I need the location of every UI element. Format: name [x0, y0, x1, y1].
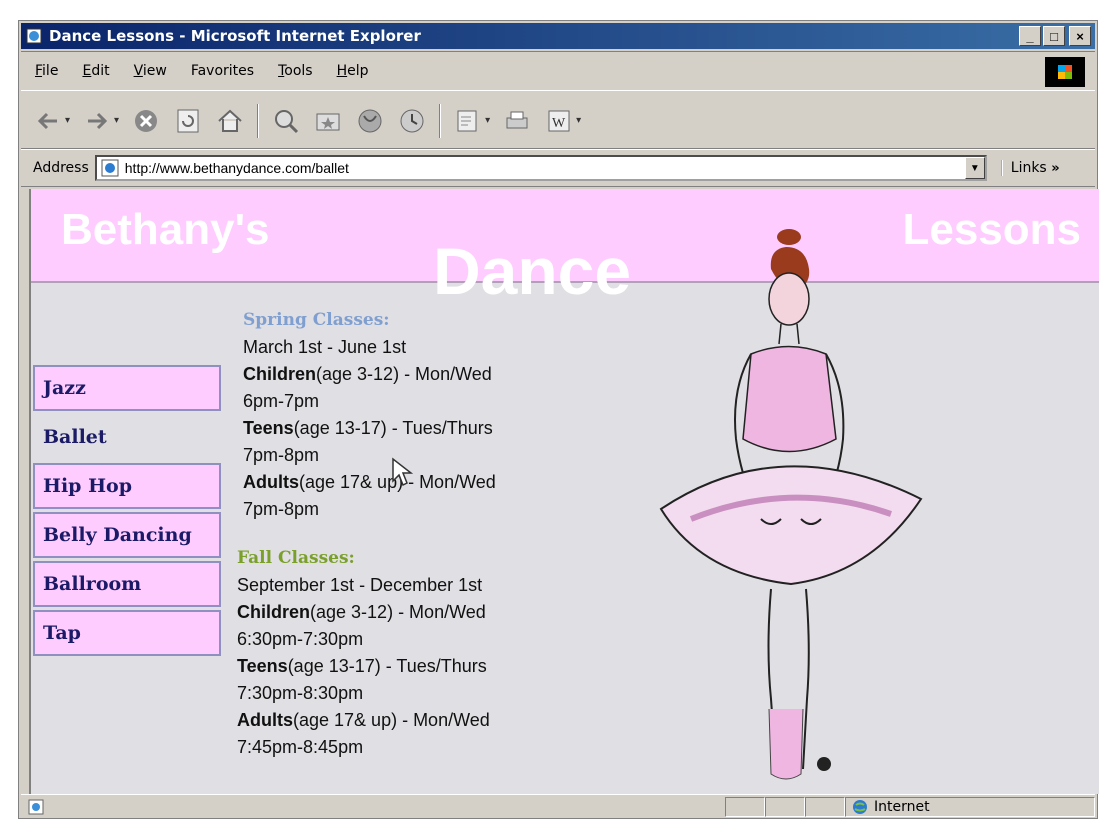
fall-block: Fall Classes: September 1st - December 1… — [237, 545, 583, 761]
window-title: Dance Lessons - Microsoft Internet Explo… — [49, 27, 421, 45]
status-bar: Internet — [21, 794, 1095, 818]
toolbar-separator — [257, 103, 260, 138]
stop-icon[interactable] — [131, 106, 161, 136]
fall-children-time: 6:30pm-7:30pm — [237, 629, 364, 649]
print-icon[interactable] — [502, 106, 532, 136]
menu-help[interactable]: Help — [337, 63, 369, 79]
class-schedule: Spring Classes: March 1st - June 1st Chi… — [237, 307, 583, 761]
fall-adults-time: 7:45pm-8:45pm — [237, 737, 364, 757]
menu-bar: File Edit View Favorites Tools Help — [21, 51, 1095, 91]
minimize-button[interactable]: _ — [1019, 26, 1041, 46]
menu-favorites[interactable]: Favorites — [191, 63, 254, 79]
windows-logo-icon — [1045, 57, 1085, 87]
banner-title-left: Bethany's — [61, 205, 270, 254]
security-zone: Internet — [845, 796, 1095, 817]
browser-window: Dance Lessons - Microsoft Internet Explo… — [18, 20, 1099, 819]
address-label: Address — [33, 160, 89, 176]
links-button[interactable]: Links » — [1000, 160, 1060, 176]
maximize-button[interactable]: □ — [1043, 26, 1065, 46]
forward-dropdown-icon[interactable]: ▾ — [114, 115, 119, 126]
menu-file[interactable]: File — [35, 63, 58, 79]
spring-teens: Teens(age 13-17) - Tues/Thurs — [243, 418, 493, 438]
edit-dropdown-icon[interactable]: ▾ — [576, 115, 581, 126]
menu-edit[interactable]: Edit — [82, 63, 109, 79]
mouse-cursor-icon — [392, 457, 413, 487]
spring-adults: Adults(age 17& up) - Mon/Wed — [243, 472, 496, 492]
nav-item-hip-hop[interactable]: Hip Hop — [33, 463, 221, 509]
mail-dropdown-icon[interactable]: ▾ — [485, 115, 490, 126]
home-icon[interactable] — [215, 106, 245, 136]
nav-item-jazz[interactable]: Jazz — [33, 365, 221, 411]
spring-children: Children(age 3-12) - Mon/Wed — [243, 364, 492, 384]
status-pane — [805, 796, 845, 817]
fall-dates: September 1st - December 1st — [237, 575, 483, 595]
mail-icon[interactable] — [453, 106, 483, 136]
menu-view[interactable]: View — [134, 63, 167, 79]
nav-item-belly-dancing[interactable]: Belly Dancing — [33, 512, 221, 558]
spring-heading: Spring Classes: — [243, 310, 390, 330]
svg-text:W: W — [552, 116, 566, 131]
refresh-icon[interactable] — [173, 106, 203, 136]
ie-page-icon — [28, 799, 44, 814]
toolbar-separator — [439, 103, 442, 138]
forward-icon[interactable] — [82, 106, 112, 136]
page-content: Bethany's Lessons Dance Jazz Ballet Hip … — [29, 189, 1099, 794]
title-bar[interactable]: Dance Lessons - Microsoft Internet Explo… — [21, 23, 1095, 49]
search-icon[interactable] — [271, 106, 301, 136]
back-icon[interactable] — [33, 106, 63, 136]
spring-teens-time: 7pm-8pm — [243, 445, 320, 465]
history-icon[interactable] — [397, 106, 427, 136]
close-button[interactable]: × — [1069, 26, 1091, 46]
address-bar: Address http://www.bethanydance.com/ball… — [21, 149, 1095, 187]
spring-dates: March 1st - June 1st — [243, 337, 407, 357]
ie-page-icon — [101, 159, 119, 177]
ballerina-illustration — [659, 229, 923, 780]
status-pane — [725, 796, 765, 817]
fall-teens-time: 7:30pm-8:30pm — [237, 683, 364, 703]
fall-children: Children(age 3-12) - Mon/Wed — [237, 602, 486, 622]
spring-adults-time: 7pm-8pm — [243, 499, 320, 519]
banner-title-center: Dance — [433, 234, 632, 308]
zone-label: Internet — [874, 798, 930, 815]
media-icon[interactable] — [355, 106, 385, 136]
spring-children-time: 6pm-7pm — [243, 391, 320, 411]
dance-nav: Jazz Ballet Hip Hop Belly Dancing Ballro… — [33, 365, 221, 659]
nav-item-tap[interactable]: Tap — [33, 610, 221, 656]
fall-heading: Fall Classes: — [237, 548, 355, 568]
back-dropdown-icon[interactable]: ▾ — [65, 115, 70, 126]
fall-teens: Teens(age 13-17) - Tues/Thurs — [237, 656, 487, 676]
window-controls: _ □ × — [1019, 26, 1091, 46]
nav-item-ballroom[interactable]: Ballroom — [33, 561, 221, 607]
standard-toolbar: ▾ ▾ ▾ W ▾ — [21, 93, 1095, 149]
fall-adults: Adults(age 17& up) - Mon/Wed — [237, 710, 490, 730]
address-dropdown-icon[interactable]: ▼ — [964, 157, 985, 179]
nav-item-ballet[interactable]: Ballet — [33, 414, 221, 460]
ie-page-icon — [26, 28, 42, 44]
edit-word-icon[interactable]: W — [544, 106, 574, 136]
address-input[interactable]: http://www.bethanydance.com/ballet ▼ — [94, 155, 987, 181]
favorites-icon[interactable] — [313, 106, 343, 136]
address-url: http://www.bethanydance.com/ballet — [124, 160, 349, 176]
menu-tools[interactable]: Tools — [278, 63, 313, 79]
globe-icon — [853, 799, 867, 814]
status-pane — [765, 796, 805, 817]
